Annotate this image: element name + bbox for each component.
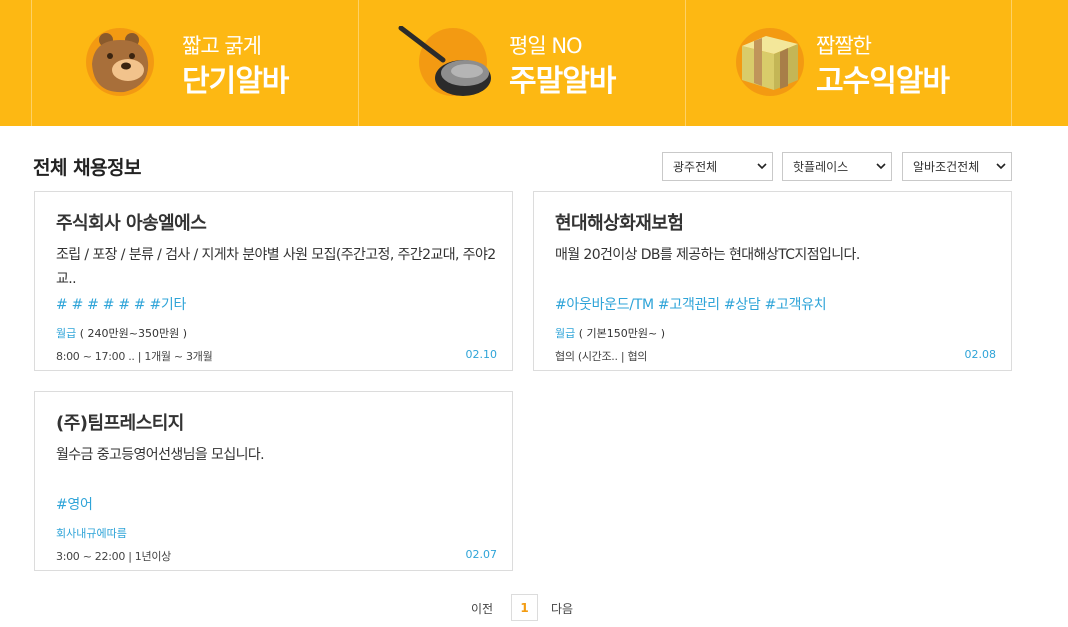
banner-title: 단기알바: [182, 64, 289, 99]
chevron-down-icon: [876, 163, 886, 170]
posted-date: 02.08: [964, 348, 997, 361]
banner-high-income-jobs[interactable]: 짭짤한 고수익알바: [685, 0, 1012, 126]
job-card[interactable]: 주식회사 아송엘에스 조립 / 포장 / 분류 / 검사 / 지게차 분야별 사…: [34, 191, 513, 371]
pay-range: ( 기본150만원~ ): [578, 327, 666, 340]
banner-short-term-jobs[interactable]: 짧고 굵게 단기알바: [31, 0, 358, 126]
pay-info: 월급 ( 240만원~350만원 ): [56, 325, 187, 341]
company-name: (주)팀프레스티지: [56, 413, 184, 434]
job-tags: #영어: [56, 497, 93, 513]
chevron-down-icon: [757, 163, 767, 170]
job-description: 조립 / 포장 / 분류 / 검사 / 지게차 분야별 사원 모집(주간고정, …: [56, 247, 496, 287]
pay-info: 회사내규에따름: [56, 525, 127, 541]
region-select[interactable]: 광주전체: [662, 152, 773, 181]
posted-date: 02.10: [465, 348, 498, 361]
condition-select[interactable]: 알바조건전체: [902, 152, 1012, 181]
job-card[interactable]: 현대해상화재보험 매월 20건이상 DB를 제공하는 현대해상TC지점입니다. …: [533, 191, 1012, 371]
pay-type: 월급: [56, 327, 77, 340]
chevron-down-icon: [996, 163, 1006, 170]
work-conditions: 8:00 ~ 17:00 .. | 1개월 ~ 3개월: [56, 350, 213, 363]
banner-weekend-jobs[interactable]: 평일 NO 주말알바: [358, 0, 685, 126]
condition-select-value: 알바조건전체: [913, 160, 980, 174]
pay-info: 월급 ( 기본150만원~ ): [555, 325, 665, 341]
frying-pan-icon: [398, 26, 491, 96]
banner-title: 주말알바: [509, 64, 616, 99]
pagination-prev[interactable]: 이전: [471, 600, 493, 617]
hotplace-select-value: 핫플레이스: [793, 160, 849, 174]
category-banner: 짧고 굵게 단기알바 평일 NO 주말알바 짭짤한 고수익알바: [0, 0, 1068, 126]
pay-range: ( 240만원~350만원 ): [79, 327, 188, 340]
posted-date: 02.07: [465, 548, 498, 561]
job-card[interactable]: (주)팀프레스티지 월수금 중고등영어선생님을 모십니다. #영어 회사내규에따…: [34, 391, 513, 571]
job-tags: #아웃바운드/TM #고객관리 #상담 #고객유치: [555, 297, 827, 313]
company-name: 현대해상화재보험: [555, 213, 684, 234]
region-select-value: 광주전체: [673, 160, 718, 174]
work-conditions: 협의 (시간조.. | 협의: [555, 350, 648, 363]
job-description: 매월 20건이상 DB를 제공하는 현대해상TC지점입니다.: [555, 247, 860, 263]
pagination-current-page[interactable]: 1: [511, 594, 538, 621]
company-name: 주식회사 아송엘에스: [56, 213, 207, 234]
pay-type: 월급: [555, 327, 576, 340]
gift-box-icon: [736, 28, 804, 96]
pay-type: 회사내규에따름: [56, 527, 127, 540]
bear-icon: [86, 28, 154, 96]
pagination-next[interactable]: 다음: [551, 600, 573, 617]
banner-title: 고수익알바: [816, 64, 950, 99]
hotplace-select[interactable]: 핫플레이스: [782, 152, 892, 181]
job-tags: # # # # # # #기타: [56, 297, 187, 313]
work-conditions: 3:00 ~ 22:00 | 1년이상: [56, 550, 171, 563]
job-description: 월수금 중고등영어선생님을 모십니다.: [56, 447, 265, 463]
page-title: 전체 채용정보: [33, 157, 142, 179]
